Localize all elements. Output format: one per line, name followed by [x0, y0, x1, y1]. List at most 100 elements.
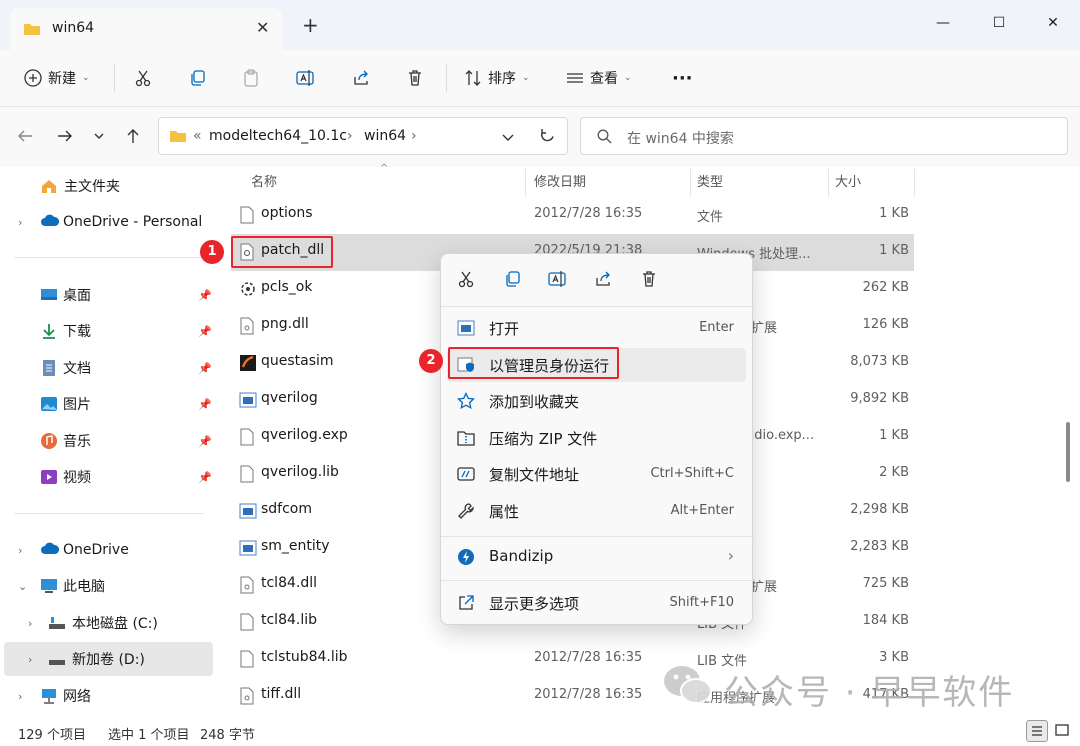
file-row[interactable]: options 2012/7/28 16:35 文件 1 KB: [231, 197, 914, 234]
address-dropdown-icon[interactable]: [501, 130, 515, 148]
menu-item-bandizip[interactable]: Bandizip ›: [447, 540, 746, 574]
sidebar-item-downloads[interactable]: 下载 📌: [0, 314, 212, 348]
view-button[interactable]: 查看 ⌄: [566, 63, 632, 93]
share-button[interactable]: [352, 63, 370, 93]
pin-icon[interactable]: 📌: [198, 471, 212, 484]
vertical-scrollbar[interactable]: [1066, 422, 1070, 482]
column-header-size[interactable]: 大小: [835, 167, 861, 199]
sidebar-item-label: 图片: [63, 397, 91, 413]
rename-button[interactable]: [296, 63, 316, 93]
up-button[interactable]: [124, 127, 142, 149]
sidebar-item-pictures[interactable]: 图片 📌: [0, 387, 212, 421]
tab-close-button[interactable]: ✕: [256, 18, 269, 37]
forward-button[interactable]: [56, 127, 74, 149]
column-header-name[interactable]: 名称: [251, 167, 277, 199]
menu-item-copy-path[interactable]: 复制文件地址 Ctrl+Shift+C: [447, 457, 746, 491]
sidebar-item-documents[interactable]: 文档 📌: [0, 351, 212, 385]
refresh-icon[interactable]: [539, 128, 556, 149]
chevron-down-icon[interactable]: ⌄: [18, 580, 27, 593]
menu-item-compress-zip[interactable]: 压缩为 ZIP 文件: [447, 421, 746, 455]
sidebar-item-network[interactable]: › 网络: [0, 679, 212, 713]
column-header-type[interactable]: 类型: [697, 167, 723, 199]
new-tab-button[interactable]: +: [302, 15, 319, 35]
search-box[interactable]: 在 win64 中搜索: [580, 117, 1068, 155]
column-divider[interactable]: [828, 169, 829, 197]
pin-icon[interactable]: 📌: [198, 289, 212, 302]
breadcrumb-separator[interactable]: ›: [411, 128, 417, 144]
file-type: 扩展: [751, 321, 778, 336]
chevron-right-icon[interactable]: ›: [28, 617, 32, 630]
tab-win64[interactable]: win64 ✕: [10, 8, 282, 50]
breadcrumb-item[interactable]: modeltech64_10.1c: [209, 128, 347, 144]
cut-button[interactable]: [134, 63, 152, 93]
delete-button[interactable]: [406, 63, 424, 93]
new-button[interactable]: 新建 ⌄: [24, 63, 90, 93]
close-window-button[interactable]: ✕: [1030, 6, 1076, 40]
details-view-icon: [1032, 726, 1042, 736]
tiles-view-button[interactable]: [1052, 720, 1074, 742]
menu-item-show-more[interactable]: 显示更多选项 Shift+F10: [447, 586, 746, 620]
column-divider[interactable]: [525, 169, 526, 197]
delete-action-icon[interactable]: [637, 267, 661, 291]
pin-icon[interactable]: 📌: [198, 435, 212, 448]
share-action-icon[interactable]: [591, 267, 615, 291]
home-icon: [40, 177, 58, 195]
sidebar-item-music[interactable]: 音乐 📌: [0, 424, 212, 458]
recent-locations-button[interactable]: [92, 127, 106, 149]
menu-item-add-favorites[interactable]: 添加到收藏夹: [447, 384, 746, 418]
network-icon: [40, 687, 58, 705]
column-divider[interactable]: [914, 169, 915, 197]
drive-icon: [48, 650, 66, 668]
file-name: sm_entity: [261, 538, 330, 554]
pin-icon[interactable]: 📌: [198, 398, 212, 411]
copy-button[interactable]: [188, 63, 206, 93]
copy-path-icon: [457, 465, 475, 483]
breadcrumb-separator[interactable]: ›: [347, 128, 353, 144]
column-header-date[interactable]: 修改日期: [534, 167, 586, 199]
pin-icon[interactable]: 📌: [198, 325, 212, 338]
file-icon: [239, 465, 257, 483]
sidebar-item-drive-d[interactable]: › 新加卷 (D:): [4, 642, 213, 676]
chevron-right-icon[interactable]: ›: [28, 653, 32, 666]
open-window-icon: [457, 319, 475, 337]
sort-button[interactable]: 排序 ⌄: [464, 63, 530, 93]
sidebar-item-this-pc[interactable]: ⌄ 此电脑: [0, 569, 212, 603]
questasim-app-icon: [239, 354, 257, 372]
cloud-icon: [40, 541, 60, 559]
rename-action-icon[interactable]: [546, 267, 570, 291]
sidebar-item-onedrive-personal[interactable]: › OneDrive - Personal: [0, 205, 212, 239]
watermark-text: 公众号 · 早早软件: [724, 672, 1015, 713]
pin-icon[interactable]: 📌: [198, 362, 212, 375]
menu-item-open[interactable]: 打开 Enter: [447, 311, 746, 345]
cut-action-icon[interactable]: [454, 267, 478, 291]
sidebar-item-videos[interactable]: 视频 📌: [0, 460, 212, 494]
file-name: qverilog: [261, 390, 318, 406]
chevron-right-icon[interactable]: ›: [18, 690, 22, 703]
minimize-button[interactable]: —: [920, 6, 966, 40]
menu-item-label: 打开: [489, 320, 520, 338]
sort-label: 排序: [488, 71, 516, 87]
breadcrumb-overflow[interactable]: «: [193, 128, 202, 144]
scissors-icon: [134, 69, 152, 87]
details-view-button[interactable]: [1026, 720, 1048, 742]
paste-button[interactable]: [242, 63, 260, 93]
copy-action-icon[interactable]: [500, 267, 524, 291]
sidebar-item-onedrive[interactable]: › OneDrive: [0, 533, 212, 567]
chevron-right-icon[interactable]: ›: [18, 216, 22, 229]
file-name: png.dll: [261, 316, 309, 332]
sidebar-item-home[interactable]: 主文件夹: [0, 169, 212, 203]
breadcrumb-item[interactable]: win64: [364, 128, 406, 144]
menu-item-properties[interactable]: 属性 Alt+Enter: [447, 494, 746, 528]
column-divider[interactable]: [690, 169, 691, 197]
sidebar-item-drive-c[interactable]: › 本地磁盘 (C:): [0, 606, 212, 640]
sidebar-item-desktop[interactable]: 桌面 📌: [0, 278, 212, 312]
plus-circle-icon: [24, 69, 42, 87]
more-options-button[interactable]: ···: [672, 63, 693, 93]
file-size: 1 KB: [879, 206, 909, 221]
address-bar[interactable]: « modeltech64_10.1c › win64 ›: [158, 117, 568, 155]
menu-item-label: 显示更多选项: [489, 595, 580, 613]
back-button[interactable]: [16, 127, 34, 149]
sidebar-divider: [14, 257, 204, 258]
chevron-right-icon[interactable]: ›: [18, 544, 22, 557]
maximize-button[interactable]: ☐: [976, 6, 1022, 40]
